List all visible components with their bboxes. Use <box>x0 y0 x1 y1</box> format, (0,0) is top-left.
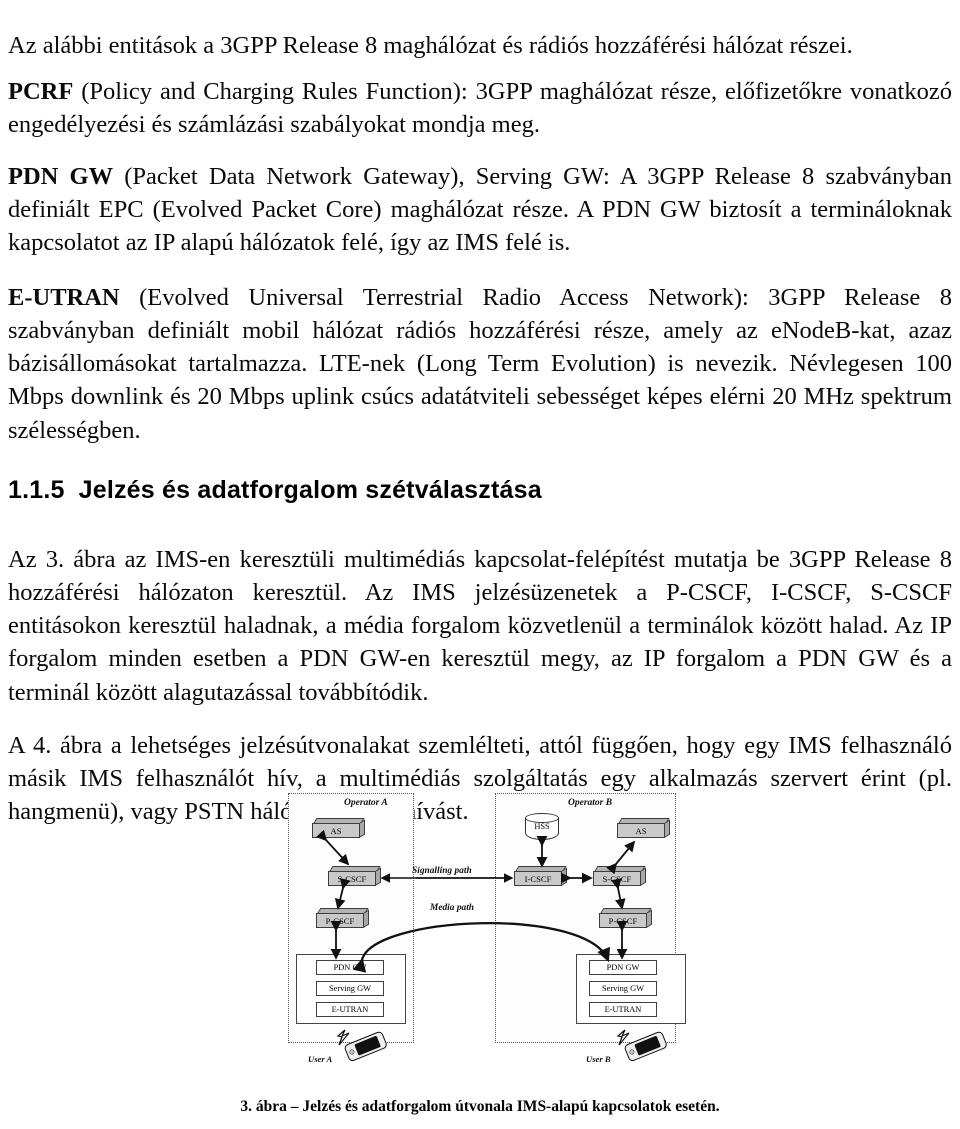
figure-caption: 3. ábra – Jelzés és adatforgalom útvonal… <box>240 1098 720 1115</box>
node-s-cscf-b-label: S-CSCF <box>593 871 641 886</box>
operator-a-label: Operator A <box>344 798 388 808</box>
node-eutran-a: E-UTRAN <box>316 1002 384 1017</box>
node-hss-label: HSS <box>534 822 550 831</box>
figure-ims-architecture: Operator A Operator B AS S-CSCF P-CSCF P… <box>286 788 686 1084</box>
node-pdn-gw-a: PDN GW <box>316 960 384 975</box>
paragraph-intro: Az alábbi entitások a 3GPP Release 8 mag… <box>8 31 853 59</box>
paragraph-pcrf: PCRF (Policy and Charging Rules Function… <box>8 75 952 142</box>
signalling-path-label: Signalling path <box>412 866 472 876</box>
term-e-utran: E-UTRAN <box>8 283 120 311</box>
node-p-cscf-a-side <box>364 908 369 928</box>
node-p-cscf-b: P-CSCF <box>599 908 655 928</box>
node-i-cscf: I-CSCF <box>514 866 570 886</box>
node-as-a-label: AS <box>312 823 360 838</box>
operator-b-label: Operator B <box>568 798 613 808</box>
node-p-cscf-b-side <box>647 908 652 928</box>
node-as-b-label: AS <box>617 823 665 838</box>
section-number: 1.1.5 <box>8 475 65 504</box>
node-p-cscf-a: P-CSCF <box>316 908 372 928</box>
term-pcrf: PCRF <box>8 77 74 105</box>
node-as-a: AS <box>312 818 368 838</box>
node-i-cscf-label: I-CSCF <box>514 871 562 886</box>
node-pdn-gw-b: PDN GW <box>589 960 657 975</box>
section-title: Jelzés és adatforgalom szétválasztása <box>78 475 542 504</box>
node-serving-gw-b: Serving GW <box>589 981 657 996</box>
node-hss: HSS <box>525 813 559 843</box>
paragraph-eutran: E-UTRAN (Evolved Universal Terrestrial R… <box>8 281 952 448</box>
node-as-b-side <box>665 818 670 838</box>
node-s-cscf-a: S-CSCF <box>328 866 384 886</box>
term-pdn-gw: PDN GW <box>8 162 114 190</box>
user-b-label: User B <box>586 1054 611 1064</box>
node-s-cscf-b-side <box>641 866 646 886</box>
media-path-label: Media path <box>430 903 475 913</box>
paragraph-pdngw-body: (Packet Data Network Gateway), Serving G… <box>8 162 952 257</box>
paragraph-pcrf-body: (Policy and Charging Rules Function): 3G… <box>8 77 952 138</box>
node-p-cscf-b-label: P-CSCF <box>599 913 647 928</box>
node-as-a-side <box>360 818 365 838</box>
paragraph-section-1: Az 3. ábra az IMS-en keresztüli multiméd… <box>8 545 952 706</box>
node-s-cscf-b: S-CSCF <box>593 866 649 886</box>
node-i-cscf-side <box>562 866 567 886</box>
user-a-label: User A <box>308 1054 333 1064</box>
node-p-cscf-a-label: P-CSCF <box>316 913 364 928</box>
paragraph-eutran-body: (Evolved Universal Terrestrial Radio Acc… <box>8 283 952 444</box>
section-heading: 1.1.5 Jelzés és adatforgalom szétválasztá… <box>8 476 952 505</box>
paragraph-pdngw: PDN GW (Packet Data Network Gateway), Se… <box>8 160 952 260</box>
node-serving-gw-a: Serving GW <box>316 981 384 996</box>
document-page: Az alábbi entitások a 3GPP Release 8 mag… <box>0 0 960 1129</box>
node-s-cscf-a-side <box>376 866 381 886</box>
node-s-cscf-a-label: S-CSCF <box>328 871 376 886</box>
node-as-b: AS <box>617 818 673 838</box>
node-eutran-b: E-UTRAN <box>589 1002 657 1017</box>
